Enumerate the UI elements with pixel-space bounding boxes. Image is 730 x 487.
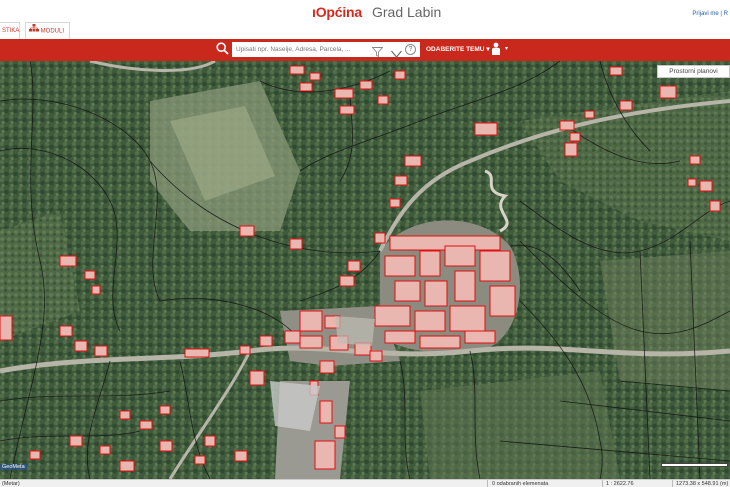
status-units: (Metar) bbox=[2, 481, 20, 487]
status-selected: 0 odabranih elemenata bbox=[492, 481, 549, 487]
theme-dropdown[interactable]: ODABERITE TEMU ▾ bbox=[426, 45, 490, 53]
app-root: ıOpćina Grad Labin Prijavi me | R STIKA … bbox=[0, 0, 730, 487]
aerial-map bbox=[0, 61, 730, 479]
modules-icon bbox=[29, 23, 39, 39]
map-attribution[interactable]: GeoMeta bbox=[0, 464, 27, 470]
search-icon[interactable] bbox=[216, 42, 229, 60]
tab-moduli-label: MODULI bbox=[40, 28, 65, 35]
status-extent: 1273.38 x 548.91 (m) bbox=[676, 481, 729, 487]
top-header: ıOpćina Grad Labin Prijavi me | R bbox=[0, 0, 730, 22]
login-link[interactable]: Prijavi me | R bbox=[692, 11, 728, 17]
map-view[interactable] bbox=[0, 61, 730, 479]
theme-label: ODABERITE TEMU bbox=[426, 46, 485, 53]
help-button[interactable]: ? bbox=[405, 43, 416, 55]
status-divider bbox=[602, 480, 603, 487]
spatial-plans-button[interactable]: Prostorni planovi bbox=[657, 65, 730, 78]
brand-logo[interactable]: ıOpćina bbox=[312, 4, 362, 20]
filter-icon[interactable] bbox=[371, 44, 384, 62]
city-name: Grad Labin bbox=[372, 4, 442, 20]
status-bar: (Metar) 0 odabranih elemenata 1 : 2622.7… bbox=[0, 479, 730, 487]
user-caret-icon[interactable]: ▾ bbox=[505, 45, 508, 52]
scale-bar bbox=[661, 463, 728, 467]
tab-statistika[interactable]: STIKA bbox=[0, 22, 20, 39]
status-divider bbox=[672, 480, 673, 487]
status-divider bbox=[487, 480, 488, 487]
tab-moduli[interactable]: MODULI bbox=[25, 22, 70, 39]
tab-statistika-label: STIKA bbox=[2, 28, 20, 34]
status-scale: 1 : 2622.76 bbox=[606, 481, 634, 487]
user-icon[interactable] bbox=[490, 42, 502, 61]
